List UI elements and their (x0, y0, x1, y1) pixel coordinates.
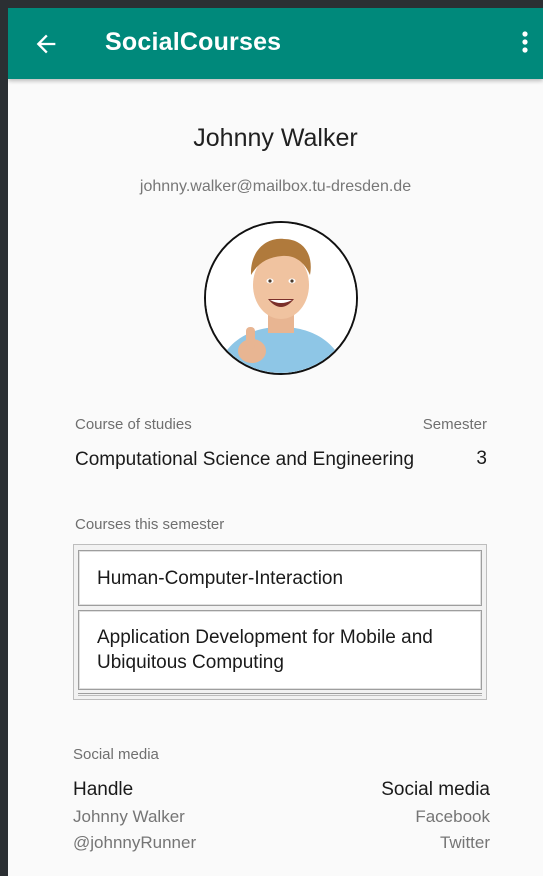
courses-label: Courses this semester (75, 516, 225, 533)
overflow-menu-button[interactable] (515, 28, 535, 60)
avatar (204, 221, 358, 375)
more-vert-icon (522, 31, 528, 53)
list-item-course[interactable]: Application Development for Mobile and U… (78, 610, 482, 690)
semester-label: Semester (422, 416, 487, 433)
handle-header: Handle (73, 779, 134, 800)
social-media-header: Social media (381, 779, 490, 800)
course-of-studies-label: Course of studies (75, 416, 192, 433)
list-divider (78, 693, 482, 696)
social-handle: Johnny Walker (73, 807, 185, 826)
app-screen: SocialCourses Johnny Walker johnny.walke… (8, 8, 543, 876)
semester-value: 3 (476, 448, 487, 469)
app-bar: SocialCourses (8, 8, 543, 79)
app-title: SocialCourses (105, 28, 282, 56)
social-handle: @johnnyRunner (73, 833, 197, 852)
profile-name: Johnny Walker (193, 124, 358, 152)
social-media-section-label: Social media (73, 746, 159, 763)
avatar-photo (206, 223, 356, 373)
social-media-name: Facebook (415, 807, 490, 826)
course-of-studies-value: Computational Science and Engineering (75, 449, 415, 470)
courses-list[interactable]: Human-Computer-Interaction Application D… (73, 544, 487, 700)
back-button[interactable] (32, 30, 60, 58)
profile-email: johnny.walker@mailbox.tu-dresden.de (139, 178, 412, 195)
list-item-course[interactable]: Human-Computer-Interaction (78, 550, 482, 606)
social-media-name: Twitter (439, 833, 490, 852)
course-title: Application Development for Mobile and U… (97, 627, 433, 673)
course-title: Human-Computer-Interaction (97, 567, 344, 589)
arrow-left-icon (36, 34, 56, 54)
